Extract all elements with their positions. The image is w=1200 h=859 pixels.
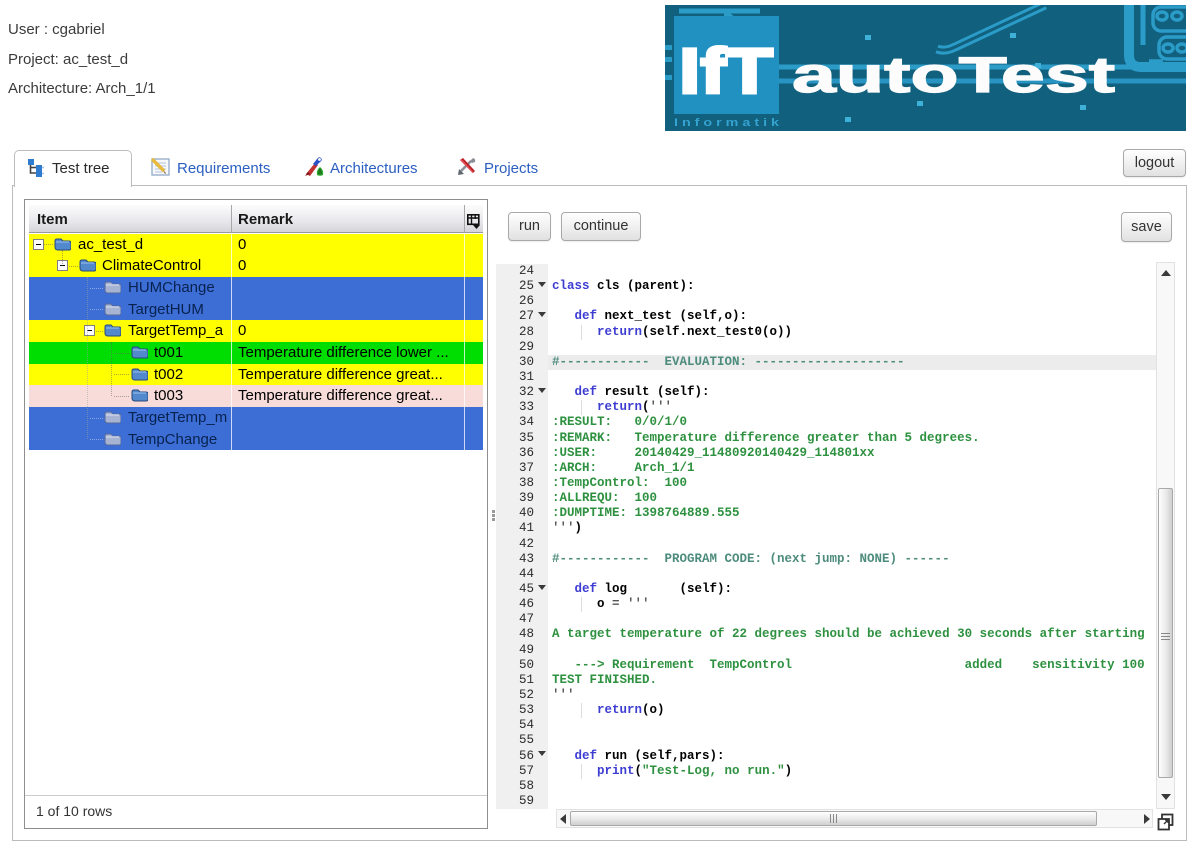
svg-text:autoTest: autoTest [792, 47, 1116, 103]
svg-text:IfT: IfT [679, 35, 773, 107]
svg-text:I n f o r m a t i k: I n f o r m a t i k [674, 117, 780, 129]
